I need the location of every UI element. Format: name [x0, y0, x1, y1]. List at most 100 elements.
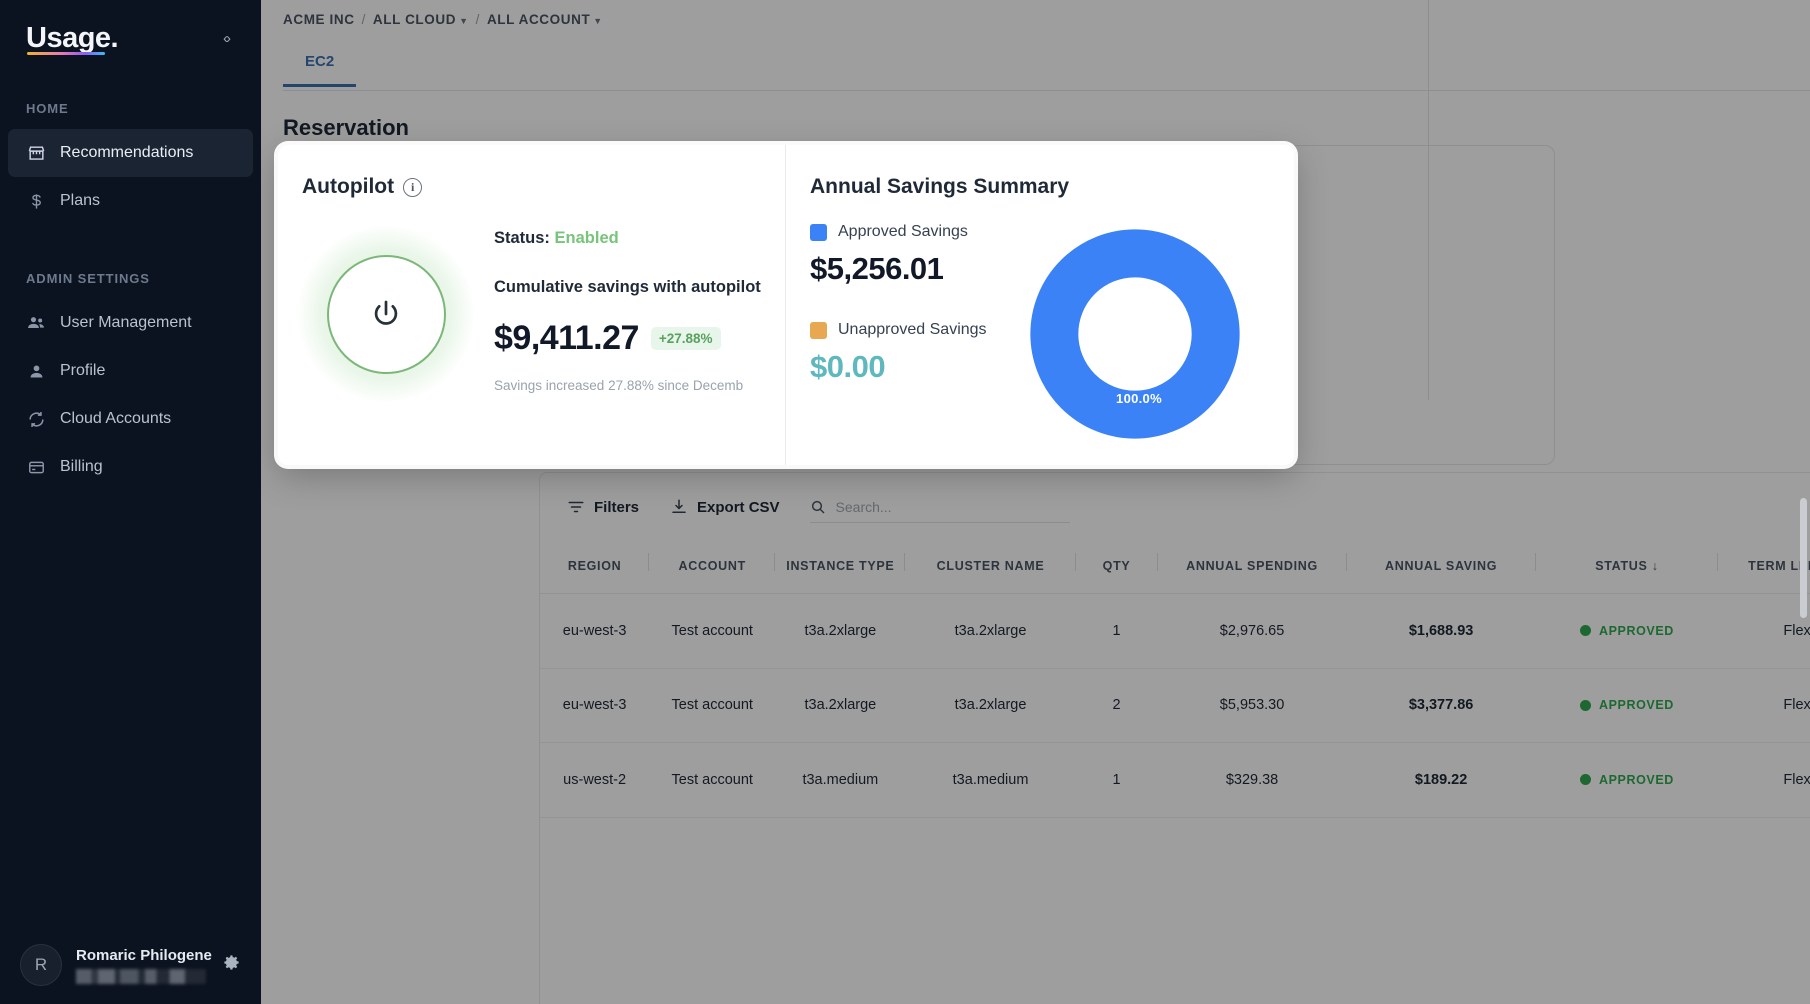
col-label: CLUSTER NAME [936, 559, 1045, 573]
export-csv-button[interactable]: Export CSV [669, 498, 780, 517]
cell-instance-type: t3a.2xlarge [775, 668, 906, 743]
sort-arrow-icon: ↓ [1651, 559, 1659, 573]
sidebar-item-label: Plans [60, 192, 101, 209]
savings-donut-chart: 100.0% [1014, 223, 1264, 448]
status-dot-icon [1579, 774, 1591, 786]
savings-legend: Approved Savings $5,256.01 Unapproved Sa… [786, 223, 1014, 448]
search-icon [810, 499, 826, 515]
cell-qty: 1 [1075, 742, 1158, 818]
breadcrumb-cloud-dropdown[interactable]: ALL CLOUD ▼ [373, 12, 469, 27]
cell-annual-spending: $329.38 [1157, 742, 1347, 818]
col-region[interactable]: REGION [540, 541, 650, 594]
sidebar-item-cloud-accounts[interactable]: Cloud Accounts [8, 395, 253, 443]
table-row[interactable]: eu-west-3 Test account t3a.2xlarge t3a.2xla… [540, 593, 1810, 669]
cell-status: APPROVED [1535, 742, 1719, 818]
dollar-icon [26, 191, 46, 211]
donut-center-label: 100.0% [1116, 391, 1162, 406]
breadcrumb: ACME INC / ALL CLOUD ▼ / ALL ACCOUNT ▼ [261, 0, 1810, 27]
chevron-down-icon: ▼ [593, 16, 603, 26]
vertical-scrollbar[interactable] [1800, 498, 1807, 618]
sidebar-item-label: Recommendations [60, 144, 194, 161]
col-account[interactable]: ACCOUNT [649, 541, 776, 594]
breadcrumb-account-dropdown[interactable]: ALL ACCOUNT ▼ [487, 12, 603, 27]
col-label: QTY [1102, 559, 1131, 573]
user-icon [26, 361, 46, 381]
col-term-length[interactable]: TERM LENGTH [1718, 541, 1810, 594]
sidebar-item-label: Billing [60, 458, 103, 475]
avatar: R [20, 944, 62, 986]
autopilot-title: Autopilot [302, 175, 395, 198]
autopilot-cumulative-label: Cumulative savings with autopilot [494, 278, 761, 296]
unapproved-amount: $0.00 [810, 349, 886, 384]
search-input[interactable] [835, 498, 1070, 515]
cell-annual-saving: $1,688.93 [1346, 593, 1536, 669]
info-icon[interactable]: i [403, 177, 423, 197]
cell-term-length: Flex [1718, 668, 1810, 743]
filter-icon [566, 498, 585, 517]
sidebar-item-plans[interactable]: Plans [8, 177, 253, 225]
autopilot-card: Autopilot i Status: Enabled Cumulative s… [278, 145, 786, 465]
tab-bar: EC2 [283, 49, 1810, 91]
search-box[interactable] [809, 491, 1070, 523]
filters-button[interactable]: Filters [566, 498, 639, 517]
unapproved-swatch [810, 321, 827, 339]
cell-annual-spending: $5,953.30 [1157, 668, 1347, 743]
autopilot-stats: Status: Enabled Cumulative savings with … [494, 219, 761, 409]
breadcrumb-account-label: ALL ACCOUNT [486, 12, 591, 27]
cell-cluster-name: t3a.medium [905, 742, 1076, 818]
col-qty[interactable]: QTY [1075, 541, 1158, 594]
breadcrumb-org[interactable]: ACME INC [283, 12, 355, 27]
col-status[interactable]: STATUS ↓ [1535, 541, 1719, 594]
status-dot-icon [1579, 699, 1591, 711]
sidebar-collapse-button[interactable]: ‹› [217, 26, 235, 51]
sidebar-item-profile[interactable]: Profile [8, 347, 253, 395]
legend-unapproved: Unapproved Savings [810, 321, 1014, 339]
export-csv-label: Export CSV [697, 498, 780, 516]
col-annual-saving[interactable]: ANNUAL SAVING [1346, 541, 1536, 594]
breadcrumb-cloud-label: ALL CLOUD [372, 12, 457, 27]
tab-ec2[interactable]: EC2 [283, 49, 357, 87]
sidebar-item-recommendations[interactable]: Recommendations [8, 129, 253, 177]
filters-label: Filters [594, 498, 640, 516]
cell-annual-saving: $189.22 [1346, 742, 1536, 818]
sidebar-section-home-title: HOME [26, 101, 69, 116]
page-title: Reservation [283, 115, 409, 140]
cell-term-length: Flex [1718, 593, 1810, 669]
table-header-row: REGION ACCOUNT INSTANCE TYPE CLUSTER NAM… [540, 541, 1810, 594]
autopilot-power-toggle[interactable] [326, 254, 446, 374]
sidebar-item-user-management[interactable]: User Management [8, 299, 253, 347]
legend-approved: Approved Savings [810, 223, 1014, 241]
user-email-redacted [76, 968, 206, 984]
col-instance-type[interactable]: INSTANCE TYPE [775, 541, 906, 594]
action-column-divider [1428, 0, 1429, 400]
cell-account: Test account [649, 668, 776, 743]
users-icon [26, 313, 46, 333]
table-row[interactable]: eu-west-3 Test account t3a.2xlarge t3a.2xla… [540, 668, 1810, 743]
table-body: eu-west-3 Test account t3a.2xlarge t3a.2xla… [540, 593, 1810, 818]
gear-icon[interactable] [222, 953, 241, 977]
user-name: Romaric Philogene [76, 946, 212, 964]
logo-text: Usage. [26, 22, 119, 54]
recommendations-table: REGION ACCOUNT INSTANCE TYPE CLUSTER NAM… [540, 541, 1810, 818]
col-annual-spending[interactable]: ANNUAL SPENDING [1157, 541, 1347, 594]
approved-swatch [810, 223, 827, 241]
sidebar-item-billing[interactable]: Billing [8, 443, 253, 491]
power-icon [374, 300, 398, 325]
table-toolbar: Filters Export CSV Search... [540, 473, 1810, 541]
col-label: ACCOUNT [678, 559, 746, 573]
breadcrumb-separator: / [475, 12, 480, 27]
sidebar-user-box[interactable]: R Romaric Philogene [0, 944, 261, 986]
cell-cluster-name: t3a.2xlarge [905, 668, 1076, 743]
table-row[interactable]: us-west-2 Test account t3a.medium t3a.mediu… [540, 742, 1810, 818]
col-label: ANNUAL SAVING [1385, 559, 1498, 573]
autopilot-toggle-wrap [278, 219, 494, 409]
col-cluster-name[interactable]: CLUSTER NAME [905, 541, 1076, 594]
sidebar-item-label: User Management [60, 314, 192, 331]
cell-account: Test account [649, 742, 776, 818]
approved-label: Approved Savings [838, 223, 968, 240]
status-badge: APPROVED [1598, 772, 1674, 787]
donut-svg [1030, 229, 1240, 439]
sidebar-item-label: Cloud Accounts [60, 410, 172, 427]
autopilot-title-row: Autopilot i [302, 175, 785, 199]
savings-summary-body: Approved Savings $5,256.01 Unapproved Sa… [786, 223, 1294, 448]
